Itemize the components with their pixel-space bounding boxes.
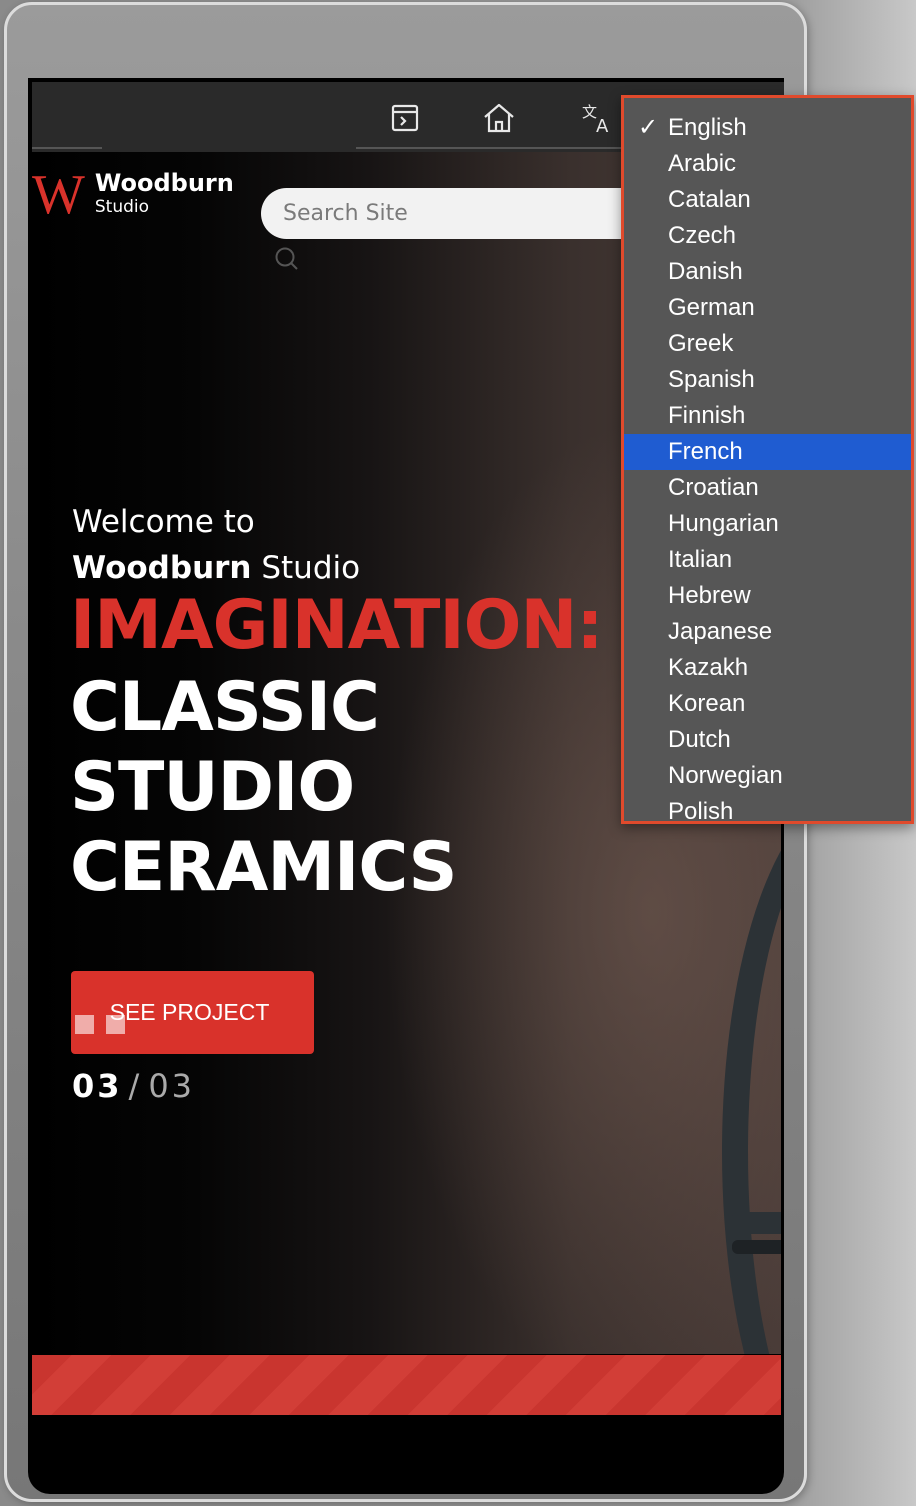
language-option[interactable]: Greek xyxy=(624,326,911,362)
language-option-label: Norwegian xyxy=(668,762,783,789)
language-option-label: Polish xyxy=(668,798,734,824)
language-option[interactable]: Catalan xyxy=(624,182,911,218)
search-input[interactable] xyxy=(261,188,661,239)
language-option-label: Catalan xyxy=(668,186,751,213)
language-dropdown-menu[interactable]: ✓ English Arabic Catalan Czech Danish German Gr… xyxy=(621,95,914,824)
hero-headline-line: CLASSIC xyxy=(70,668,380,747)
logo-name: Woodburn xyxy=(94,169,234,197)
language-option[interactable]: Japanese xyxy=(624,614,911,650)
slider-dot[interactable] xyxy=(106,1015,125,1034)
language-option[interactable]: Arabic xyxy=(624,146,911,182)
language-option[interactable]: Kazakh xyxy=(624,650,911,686)
hero-image-detail xyxy=(732,1212,781,1234)
hero-brand-name: Woodburn xyxy=(72,550,252,586)
hero-headline-line: STUDIO xyxy=(70,748,355,827)
language-option[interactable]: Korean xyxy=(624,686,911,722)
language-option[interactable]: Spanish xyxy=(624,362,911,398)
language-option[interactable]: French xyxy=(624,434,911,470)
language-option[interactable]: Danish xyxy=(624,254,911,290)
language-option-label: Italian xyxy=(668,546,733,573)
language-option[interactable]: Croatian xyxy=(624,470,911,506)
language-option[interactable]: German xyxy=(624,290,911,326)
desktop-background: 文 A W Woodburn Studio Welco xyxy=(0,0,916,1506)
slide-counter-current: 03 xyxy=(72,1067,123,1105)
language-option[interactable]: Norwegian xyxy=(624,758,911,794)
language-option-label: Hebrew xyxy=(668,582,751,609)
language-option-label: Croatian xyxy=(668,474,759,501)
sidebar-toggle-icon[interactable] xyxy=(387,100,423,136)
hero-welcome-line: Welcome to xyxy=(72,504,255,540)
language-option-label: Japanese xyxy=(668,618,773,645)
see-project-button[interactable]: SEE PROJECT xyxy=(71,971,314,1054)
language-option-list: ✓ English Arabic Catalan Czech Danish German Gr… xyxy=(624,110,911,824)
hero-image-detail xyxy=(732,1240,781,1254)
language-option[interactable]: Hungarian xyxy=(624,506,911,542)
site-logo[interactable]: W Woodburn Studio xyxy=(32,167,234,223)
language-option-label: Greek xyxy=(668,330,734,357)
language-option-label: Czech xyxy=(668,222,737,249)
hero-headline-accent: IMAGINATION: xyxy=(70,586,604,665)
hero-headline: CLASSIC STUDIO CERAMICS xyxy=(70,668,457,908)
bottom-accent-stripe xyxy=(32,1355,781,1415)
hero-brand-studio: Studio xyxy=(251,550,361,586)
language-option[interactable]: Hebrew xyxy=(624,578,911,614)
logo-subtitle: Studio xyxy=(94,197,150,217)
svg-text:文: 文 xyxy=(582,103,597,121)
language-option-label: Danish xyxy=(668,258,743,285)
slide-counter-separator: / xyxy=(128,1067,143,1105)
language-option[interactable]: Italian xyxy=(624,542,911,578)
slider-dot[interactable] xyxy=(75,1015,94,1034)
hero-welcome-brand-line: Woodburn Studio xyxy=(72,548,360,588)
language-option-label: Spanish xyxy=(668,366,755,393)
hero-image-ring xyxy=(722,792,781,1354)
translate-icon[interactable]: 文 A xyxy=(580,100,616,136)
slide-counter-total: 03 xyxy=(148,1067,196,1105)
toolbar-divider xyxy=(32,147,102,149)
logo-mark: W xyxy=(32,164,85,226)
slider-dots xyxy=(75,1015,125,1034)
language-option[interactable]: Finnish xyxy=(624,398,911,434)
language-option-label: Hungarian xyxy=(668,510,779,537)
language-option-label: French xyxy=(668,438,743,465)
slide-counter: 03/03 xyxy=(72,1066,195,1106)
language-option[interactable]: Polish xyxy=(624,794,911,824)
language-option-label: Arabic xyxy=(668,150,737,177)
language-option-label: Dutch xyxy=(668,726,731,753)
svg-text:A: A xyxy=(596,116,609,135)
language-option-label: Kazakh xyxy=(668,654,749,681)
language-option[interactable]: Dutch xyxy=(624,722,911,758)
language-option[interactable]: Czech xyxy=(624,218,911,254)
toolbar-divider xyxy=(356,147,626,149)
language-option-label: Korean xyxy=(668,690,746,717)
search-icon[interactable] xyxy=(274,246,300,277)
hero-headline-line: CERAMICS xyxy=(70,828,457,907)
home-icon[interactable] xyxy=(481,100,517,136)
language-option-label: German xyxy=(668,294,755,321)
checkmark-icon: ✓ xyxy=(638,114,659,141)
language-option-label: English xyxy=(668,114,747,141)
language-option[interactable]: ✓ English xyxy=(624,110,911,146)
language-option-label: Finnish xyxy=(668,402,746,429)
